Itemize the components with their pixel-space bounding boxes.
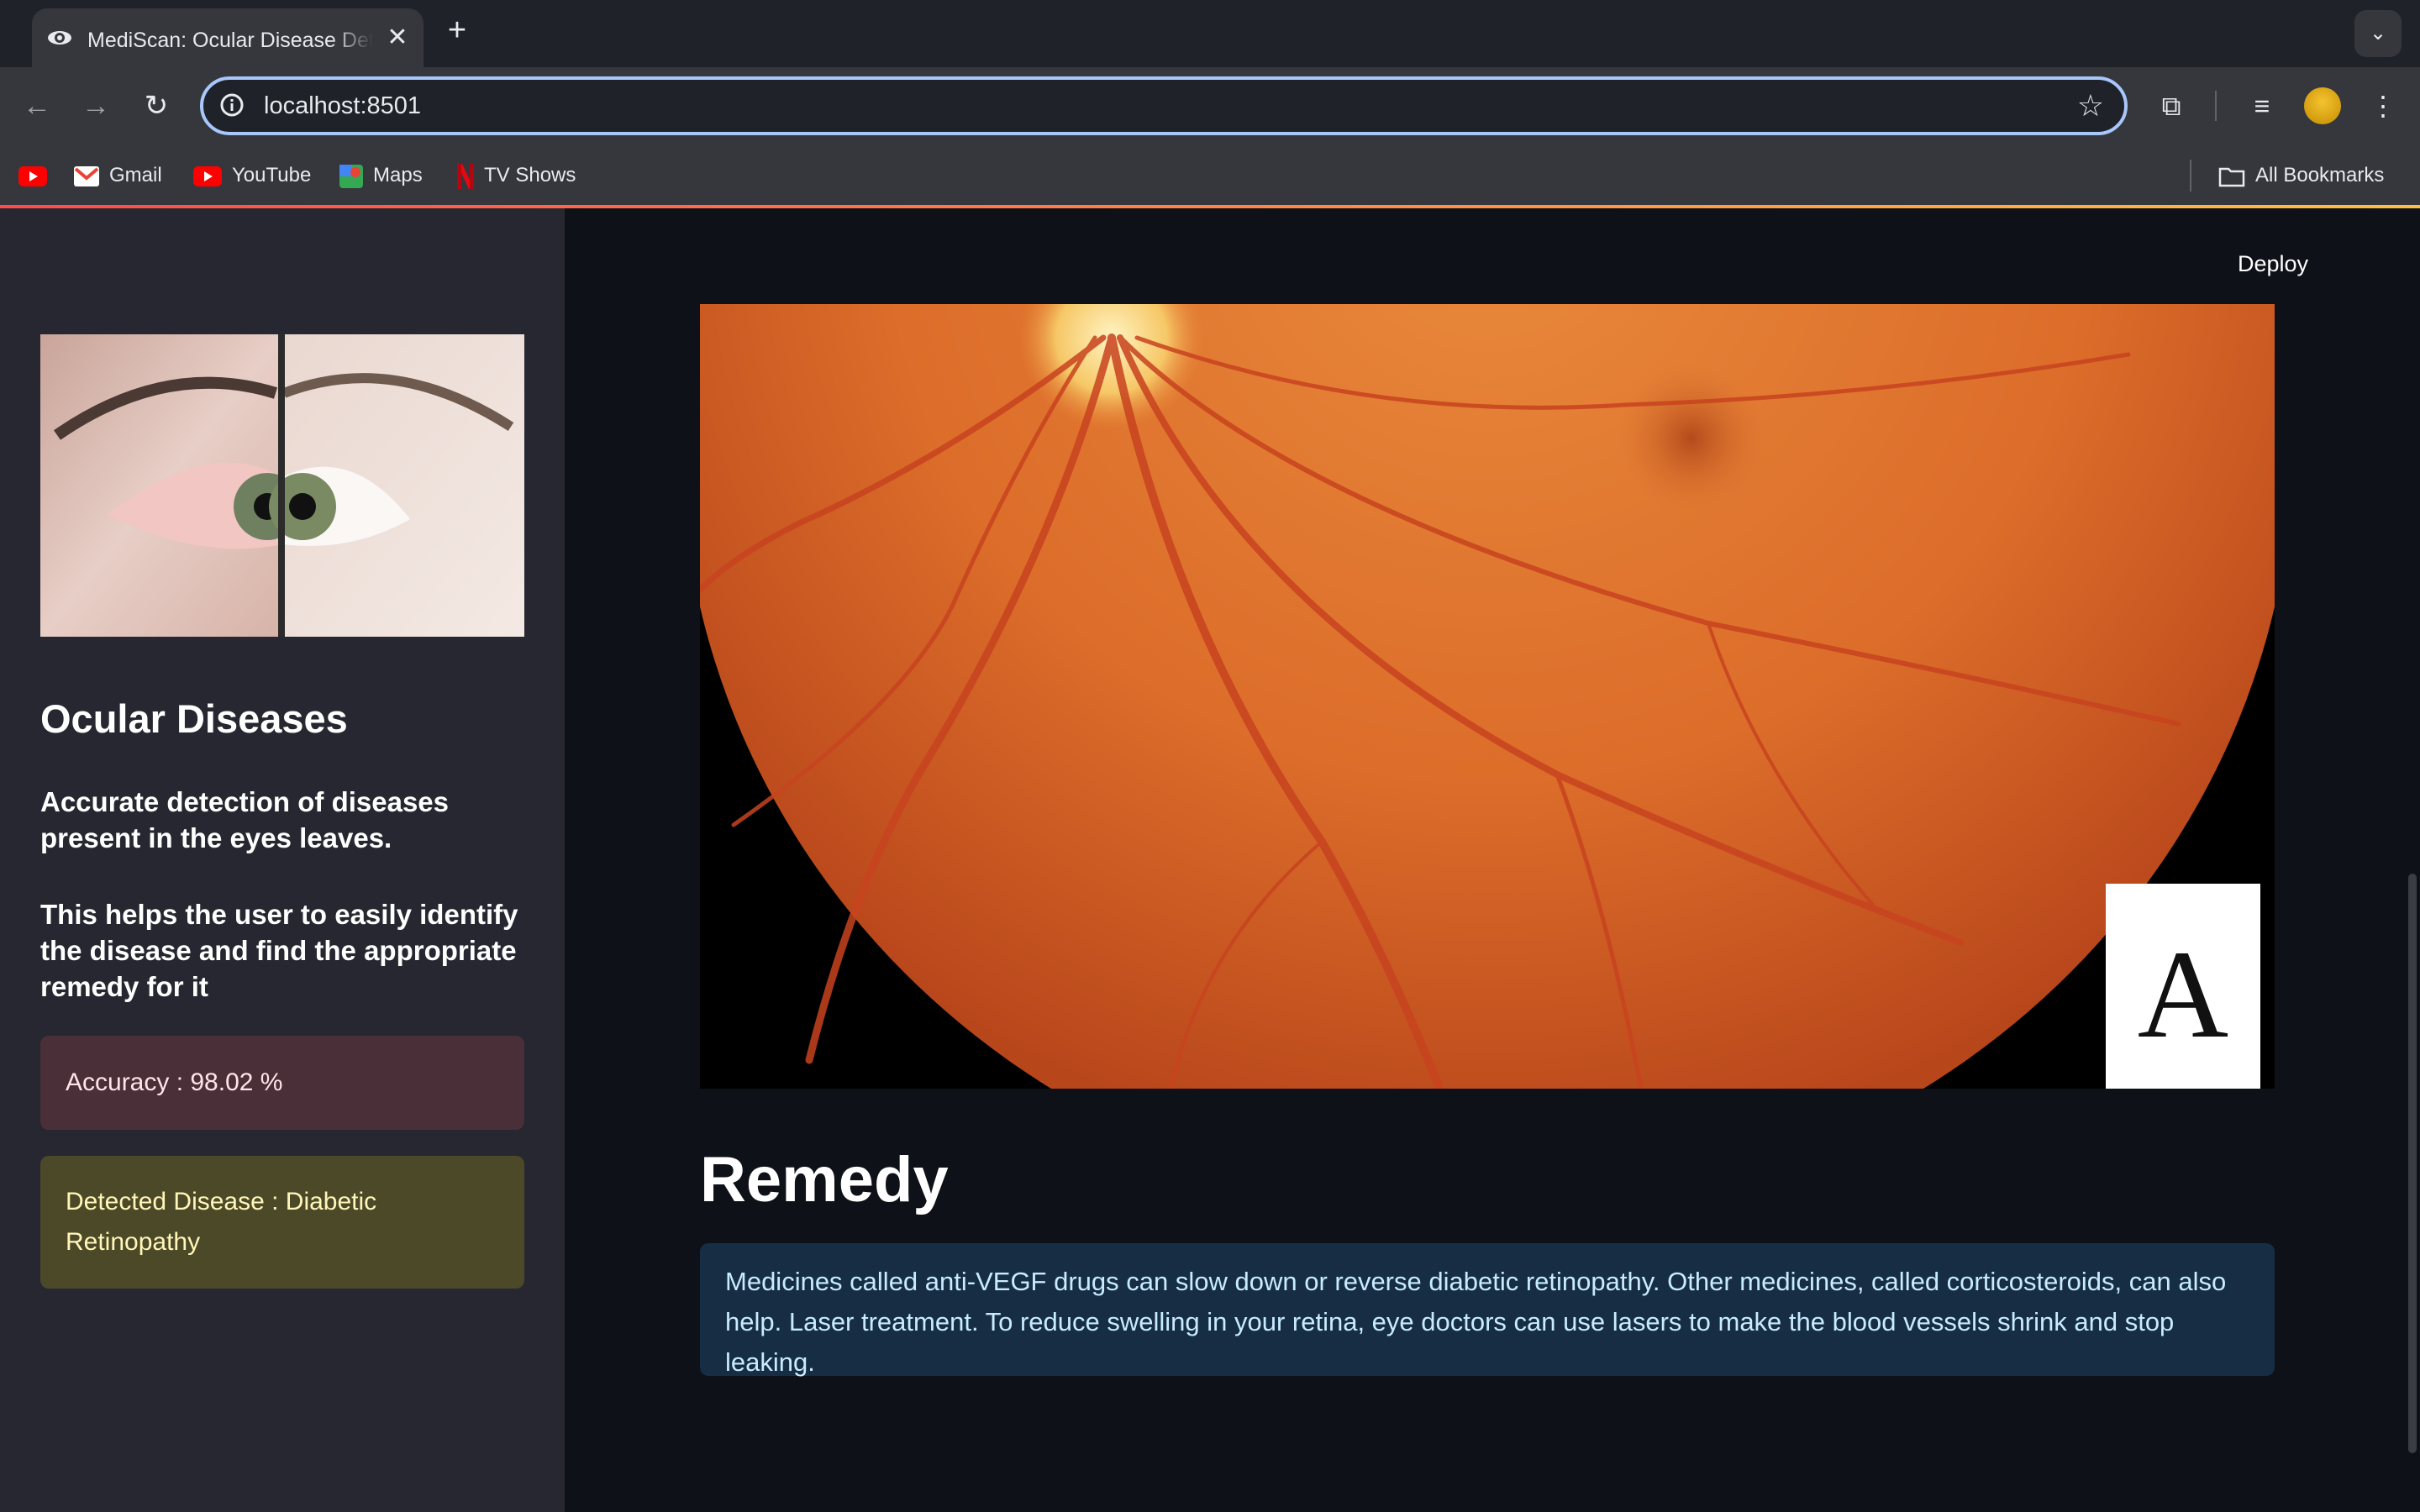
sidebar: Ocular Diseases Accurate detection of di…: [0, 208, 565, 1512]
eye-icon: [48, 31, 71, 45]
info-icon[interactable]: [217, 90, 247, 120]
sidebar-description: Accurate detection of diseases present i…: [40, 786, 450, 853]
maps-icon: [339, 164, 363, 188]
reload-icon: ↻: [144, 90, 169, 122]
bookmark-tv-shows[interactable]: TV Shows: [457, 160, 576, 192]
remedy-info-box: Medicines called anti-VEGF drugs can slo…: [700, 1243, 2275, 1377]
back-button[interactable]: ←: [17, 86, 57, 126]
youtube-icon: [18, 165, 47, 186]
all-bookmarks-label: All Bookmarks: [2255, 164, 2385, 186]
gmail-icon: [74, 165, 99, 186]
figure-label-letter: A: [2138, 925, 2228, 1064]
netflix-icon: [457, 163, 474, 189]
url-text[interactable]: localhost:8501: [264, 80, 421, 132]
star-icon[interactable]: ☆: [2077, 87, 2104, 124]
extensions-icon[interactable]: ⧉: [2151, 86, 2191, 126]
bookmark-label: Gmail: [109, 164, 162, 186]
bookmark-youtube-shortcut[interactable]: [18, 160, 57, 192]
youtube-icon: [193, 165, 222, 186]
bookmark-maps[interactable]: Maps: [339, 160, 423, 192]
scrollbar[interactable]: [2408, 874, 2417, 1453]
browser-tab[interactable]: MediScan: Ocular Disease Detection ✕: [32, 8, 424, 67]
toolbar-divider: [2215, 91, 2217, 121]
forward-button[interactable]: →: [76, 86, 116, 126]
tab-search-button[interactable]: ⌄: [2354, 10, 2402, 57]
new-tab-button[interactable]: +: [440, 13, 474, 47]
reload-button[interactable]: ↻: [136, 86, 176, 126]
avatar[interactable]: [2304, 87, 2341, 124]
chevron-down-icon: ⌄: [2369, 22, 2387, 45]
tab-title: MediScan: Ocular Disease Detection: [87, 29, 373, 52]
media-control-icon[interactable]: ≡: [2242, 86, 2282, 126]
bookmarks-divider: [2190, 160, 2191, 192]
bookmark-youtube[interactable]: YouTube: [193, 160, 311, 192]
accuracy-alert: Accuracy : 98.02 %: [40, 1036, 524, 1130]
folder-icon: [2218, 167, 2245, 186]
deploy-button[interactable]: Deploy: [2218, 245, 2328, 282]
bookmark-gmail[interactable]: Gmail: [74, 160, 162, 192]
bookmark-label: YouTube: [232, 164, 312, 186]
bookmarks-bar: Gmail YouTube Maps TV Shows All Bookmark…: [0, 144, 2420, 207]
close-icon[interactable]: ✕: [385, 25, 410, 50]
eye-comparison-image: [40, 334, 524, 637]
remedy-heading: Remedy: [700, 1144, 949, 1215]
tab-strip: MediScan: Ocular Disease Detection ✕ + ⌄: [0, 0, 2420, 67]
bookmark-label: Maps: [373, 164, 423, 186]
more-menu-icon[interactable]: ⋮: [2363, 86, 2403, 126]
retina-fundus-image: A: [700, 304, 2275, 1089]
sidebar-help-text: This helps the user to easily identify t…: [40, 899, 518, 1002]
all-bookmarks-button[interactable]: All Bookmarks: [2218, 160, 2384, 192]
detected-disease-alert: Detected Disease : Diabetic Retinopathy: [40, 1156, 524, 1289]
bookmark-label: TV Shows: [484, 164, 576, 186]
browser-toolbar: ← → ↻ localhost:8501 ☆ ⧉ ≡ ⋮: [0, 67, 2420, 144]
address-bar[interactable]: localhost:8501 ☆: [200, 76, 2128, 135]
sidebar-title: Ocular Diseases: [40, 696, 348, 741]
arrow-left-icon: ←: [23, 90, 51, 122]
arrow-right-icon: →: [82, 90, 110, 122]
